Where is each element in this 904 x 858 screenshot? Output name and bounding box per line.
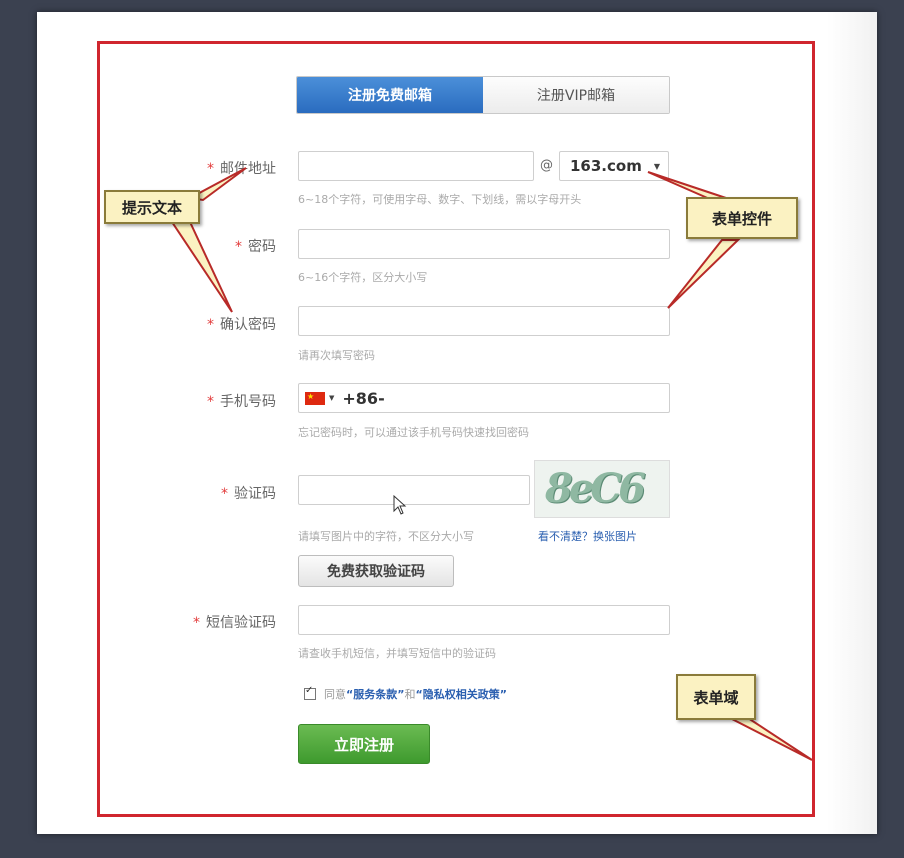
required-mark: * [193,615,200,631]
sms-code-input[interactable] [298,605,670,635]
phone-label-text: 手机号码 [220,394,276,410]
password-hint: 6~16个字符，区分大小写 [298,271,428,284]
required-mark: * [221,486,228,502]
tab-free-mailbox[interactable]: 注册免费邮箱 [297,77,483,113]
domain-select-value: 163.com [570,157,642,175]
required-mark: * [235,239,242,255]
callout-hint-text: 提示文本 [104,190,200,224]
phone-input[interactable]: ▼ +86- [298,383,670,413]
required-mark: * [207,317,214,333]
at-symbol: @ [540,158,553,173]
confirm-password-input[interactable] [298,306,670,336]
confirm-password-hint: 请再次填写密码 [298,349,375,362]
password-label-text: 密码 [248,239,276,255]
sms-code-label-text: 短信验证码 [206,615,276,631]
mouse-cursor-icon [393,495,407,515]
required-mark: * [207,394,214,410]
china-flag-icon[interactable] [305,391,325,405]
captcha-image-text: 8eC6 [545,465,646,512]
email-input[interactable] [298,151,534,181]
get-sms-code-button[interactable]: 免费获取验证码 [298,555,454,587]
agreement-prefix: 同意 [324,688,346,701]
agreement: 同意 “服务条款” 和 “隐私权相关政策” [304,685,507,702]
sms-code-label: * 短信验证码 [156,612,276,632]
confirm-password-label-text: 确认密码 [220,317,276,333]
captcha-image[interactable]: 8eC6 [534,460,670,518]
email-hint: 6~18个字符，可使用字母、数字、下划线，需以字母开头 [298,193,582,206]
chevron-down-icon: ▼ [653,161,660,171]
captcha-input[interactable] [298,475,530,505]
required-mark: * [207,161,214,177]
callout-form-field: 表单域 [676,674,756,720]
captcha-label-text: 验证码 [234,486,276,502]
panel-shade [827,12,877,834]
email-label-text: 邮件地址 [220,161,276,177]
terms-link[interactable]: “服务条款” [346,686,404,702]
agreement-and: 和 [404,688,416,701]
phone-label: * 手机号码 [156,391,276,411]
email-label: * 邮件地址 [156,158,276,178]
phone-hint: 忘记密码时，可以通过该手机号码快速找回密码 [298,426,529,439]
confirm-password-label: * 确认密码 [156,314,276,334]
agreement-checkbox[interactable] [304,685,316,700]
register-tabs: 注册免费邮箱 注册VIP邮箱 [296,76,670,114]
captcha-refresh-link[interactable]: 看不清楚？换张图片 [538,528,637,544]
phone-prefix: +86- [342,388,385,408]
chevron-down-icon[interactable]: ▼ [329,394,334,402]
password-input[interactable] [298,229,670,259]
captcha-hint: 请填写图片中的字符，不区分大小写 [298,530,474,543]
password-label: * 密码 [156,236,276,256]
callout-form-control: 表单控件 [686,197,798,239]
privacy-policy-link[interactable]: “隐私权相关政策” [415,686,506,702]
sms-code-hint: 请查收手机短信，并填写短信中的验证码 [298,647,496,660]
register-now-button[interactable]: 立即注册 [298,724,430,764]
domain-select[interactable]: 163.com ▼ [559,151,669,181]
tab-vip-mailbox[interactable]: 注册VIP邮箱 [483,77,669,113]
captcha-label: * 验证码 [156,483,276,503]
